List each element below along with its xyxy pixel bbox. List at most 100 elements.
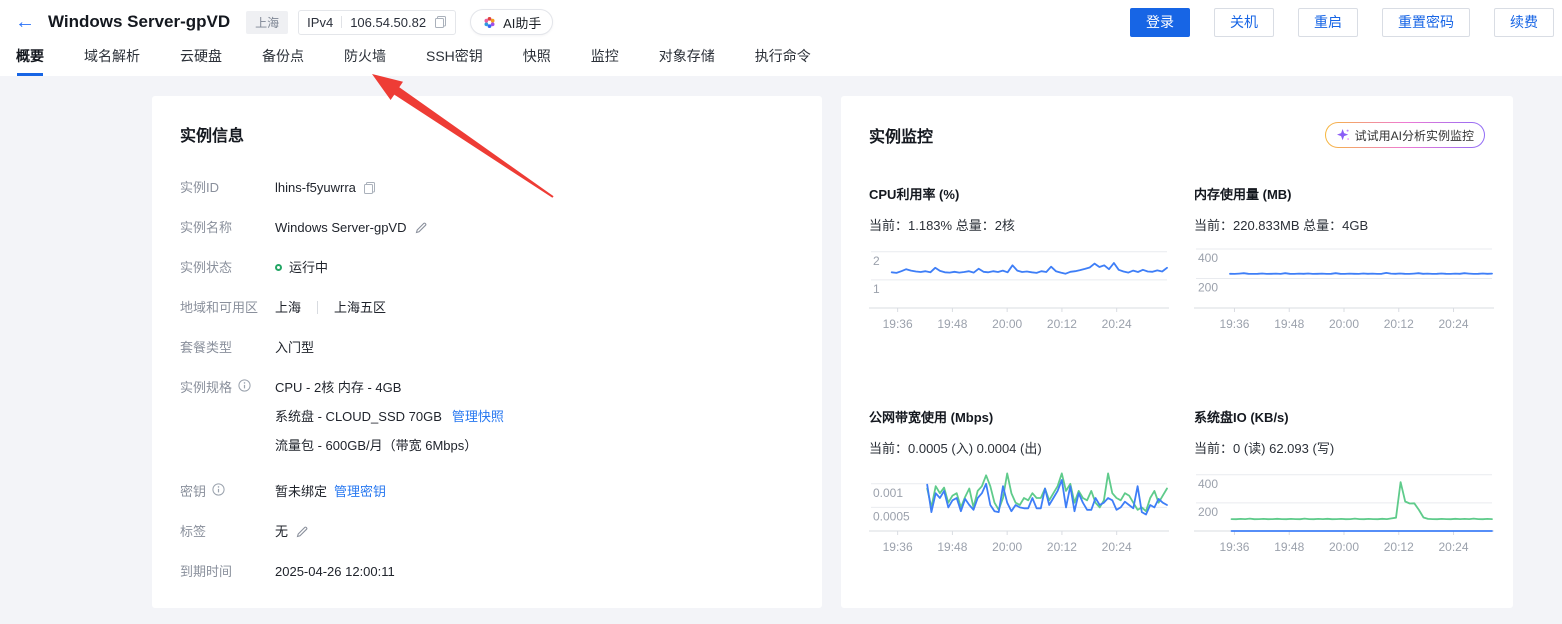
instance-name-value: Windows Server-gpVD [275,216,407,239]
svg-text:20:24: 20:24 [1102,540,1132,554]
spec-system-disk: 系统盘 - CLOUD_SSD 70GB [275,405,442,428]
tab-bar: 概要 域名解析 云硬盘 备份点 防火墙 SSH密钥 快照 监控 对象存储 执行命… [0,44,1562,76]
svg-text:400: 400 [1198,251,1218,265]
tab-ssh-key[interactable]: SSH密钥 [426,44,483,76]
status-running-icon [275,264,282,271]
spec-info-icon[interactable] [238,376,251,399]
ai-analyze-label: 试试用AI分析实例监控 [1355,127,1474,144]
disk-io-chart: 系统盘IO (KB/s) 当前：0 (读) 62.093 (写) 2004001… [1194,407,1494,566]
region-badge: 上海 [246,11,288,34]
svg-text:19:48: 19:48 [1274,317,1304,331]
zone-value: 上海五区 [334,296,386,319]
svg-text:200: 200 [1198,505,1218,519]
instance-info-title: 实例信息 [180,122,794,146]
back-icon[interactable]: ← [12,9,38,35]
page-title: Windows Server-gpVD [48,12,230,32]
manage-key-link[interactable]: 管理密钥 [334,480,386,503]
instance-info-card: 实例信息 实例ID lhins-f5yuwrra 实例名称 Windows Se… [152,96,822,608]
ai-sparkle-icon [1336,128,1350,142]
region-value: 上海 [275,296,301,319]
top-bar: ← Windows Server-gpVD 上海 IPv4 106.54.50.… [0,0,1562,44]
restart-button[interactable]: 重启 [1298,8,1358,37]
svg-text:20:00: 20:00 [992,317,1022,331]
reset-password-button[interactable]: 重置密码 [1382,8,1470,37]
ai-analyze-monitor-button[interactable]: 试试用AI分析实例监控 [1325,122,1485,148]
ai-assistant-button[interactable]: AI助手 [470,9,553,35]
shutdown-button[interactable]: 关机 [1214,8,1274,37]
svg-text:1: 1 [873,282,880,296]
svg-text:19:48: 19:48 [1274,540,1304,554]
row-expire-time: 到期时间 2025-04-26 12:00:11 [180,560,794,583]
svg-text:19:36: 19:36 [883,540,913,554]
tab-firewall[interactable]: 防火墙 [344,44,386,76]
bandwidth-usage-plot: 0.00050.00119:3619:4820:0020:1220:24 [869,463,1169,566]
svg-text:20:12: 20:12 [1047,540,1077,554]
row-region-zone: 地域和可用区 上海 上海五区 [180,296,794,319]
spec-cpu-memory: CPU - 2核 内存 - 4GB [275,376,504,399]
svg-text:20:24: 20:24 [1102,317,1132,331]
svg-text:20:12: 20:12 [1384,540,1414,554]
instance-monitor-card: 实例监控 试试用AI分析实例监控 CPU利用率 (%) 当前：1.183% 总量… [841,96,1513,608]
memory-usage-chart: 内存使用量 (MB) 当前：220.833MB 总量：4GB 20040019:… [1194,184,1494,343]
tab-backup-point[interactable]: 备份点 [262,44,304,76]
instance-id-value: lhins-f5yuwrra [275,176,356,199]
row-instance-id: 实例ID lhins-f5yuwrra [180,176,794,199]
tab-run-command[interactable]: 执行命令 [755,44,811,76]
renew-button[interactable]: 续费 [1494,8,1554,37]
disk-io-plot: 200 400 19:36 19:48 20:00 20:12 20:24 [1194,463,1494,566]
svg-text:400: 400 [1198,477,1218,491]
ip-address-box: IPv4 106.54.50.82 [298,10,456,35]
row-instance-spec: 实例规格 CPU - 2核 内存 - 4GB 系统盘 - CLOUD_SSD 7… [180,376,794,463]
key-status-value: 暂未绑定 [275,480,327,503]
zone-divider [317,301,318,314]
tag-value: 无 [275,520,288,543]
ip-value: 106.54.50.82 [350,15,426,30]
svg-text:20:24: 20:24 [1439,540,1469,554]
edit-tag-icon[interactable] [295,525,309,539]
svg-text:19:36: 19:36 [1219,540,1249,554]
status-value: 运行中 [289,256,328,279]
ai-assistant-label: AI助手 [503,13,541,32]
row-instance-status: 实例状态 运行中 [180,256,794,279]
svg-text:19:48: 19:48 [937,317,967,331]
svg-text:0.0005: 0.0005 [873,509,910,523]
memory-usage-plot: 200 400 19:36 19:48 20:00 20:12 20:24 [1194,240,1494,343]
copy-ip-icon[interactable] [434,15,447,29]
ip-divider [341,16,342,28]
expire-time-value: 2025-04-26 12:00:11 [275,560,395,583]
svg-text:200: 200 [1198,281,1218,295]
svg-text:0.001: 0.001 [873,486,903,500]
svg-text:19:36: 19:36 [1219,317,1249,331]
cpu-usage-plot: 1 2 19:36 19:48 20:00 20:12 20:24 [869,240,1169,343]
tab-object-storage[interactable]: 对象存储 [659,44,715,76]
svg-text:20:12: 20:12 [1384,317,1414,331]
charts-grid: CPU利用率 (%) 当前：1.183% 总量：2核 1219:3619:482… [869,184,1485,566]
edit-name-icon[interactable] [414,221,428,235]
tab-cloud-disk[interactable]: 云硬盘 [180,44,222,76]
tab-overview[interactable]: 概要 [16,44,44,76]
manage-snapshot-link[interactable]: 管理快照 [452,405,504,428]
svg-text:2: 2 [873,254,880,268]
tab-monitor[interactable]: 监控 [591,44,619,76]
tab-snapshot[interactable]: 快照 [523,44,551,76]
svg-text:20:12: 20:12 [1047,317,1077,331]
row-plan-type: 套餐类型 入门型 [180,336,794,359]
content-area: 实例信息 实例ID lhins-f5yuwrra 实例名称 Windows Se… [0,76,1562,608]
key-info-icon[interactable] [212,480,225,503]
svg-text:19:36: 19:36 [883,317,913,331]
svg-text:20:00: 20:00 [992,540,1022,554]
row-ssh-key: 密钥 暂未绑定 管理密钥 [180,480,794,503]
row-tag: 标签 无 [180,520,794,543]
login-button[interactable]: 登录 [1130,8,1190,37]
svg-text:20:24: 20:24 [1439,317,1469,331]
copy-instance-id-icon[interactable] [363,181,376,195]
svg-text:20:00: 20:00 [1329,317,1359,331]
spec-traffic-pack: 流量包 - 600GB/月（带宽 6Mbps） [275,434,504,457]
instance-monitor-title: 实例监控 [869,123,933,147]
tab-dns[interactable]: 域名解析 [84,44,140,76]
svg-text:20:00: 20:00 [1329,540,1359,554]
plan-value: 入门型 [275,336,314,359]
cpu-usage-chart: CPU利用率 (%) 当前：1.183% 总量：2核 1219:3619:482… [869,184,1169,343]
ai-sparkle-flower-icon [482,15,497,30]
ip-protocol-label: IPv4 [307,15,333,30]
